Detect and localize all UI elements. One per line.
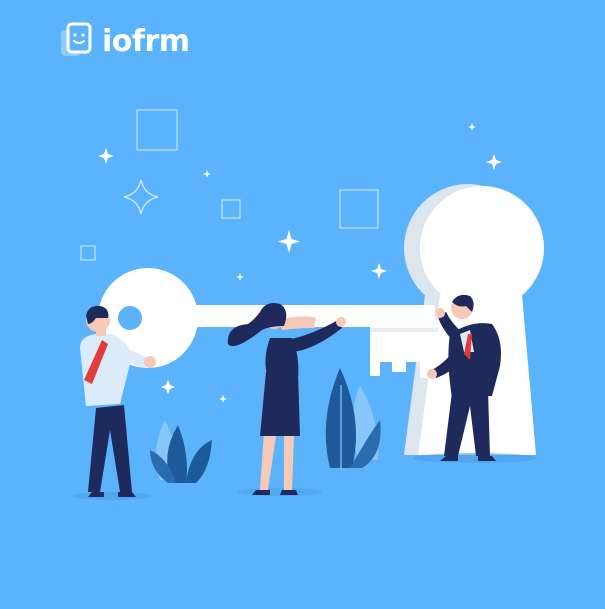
- sparkle-outline-icon: [123, 179, 159, 215]
- plant-icon: [150, 420, 212, 483]
- page: iofrm: [0, 0, 605, 609]
- ground-shadow: [72, 492, 152, 500]
- person-middle: [227, 303, 346, 495]
- plant-icon: [325, 368, 381, 470]
- outline-squares: [80, 109, 379, 261]
- illustration: [72, 109, 544, 500]
- ground-shadow: [238, 488, 322, 496]
